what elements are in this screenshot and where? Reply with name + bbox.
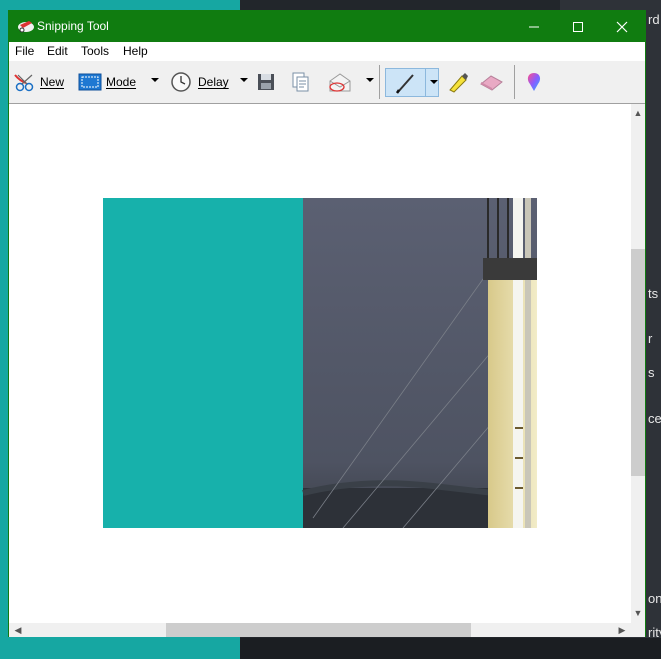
background-text: s bbox=[648, 365, 655, 380]
pen-dropdown-arrow[interactable] bbox=[430, 80, 438, 84]
captured-screenshot-image bbox=[103, 198, 537, 528]
copy-icon bbox=[292, 72, 309, 92]
delay-dropdown-arrow[interactable] bbox=[240, 78, 248, 82]
mode-dropdown-arrow[interactable] bbox=[151, 78, 159, 82]
close-button[interactable] bbox=[599, 11, 645, 42]
snipping-tool-window: Snipping Tool File Edit Tools Help New M… bbox=[8, 10, 646, 637]
menu-tools[interactable]: Tools bbox=[81, 44, 109, 58]
paint3d-button[interactable] bbox=[524, 61, 544, 103]
horizontal-scroll-thumb[interactable] bbox=[166, 623, 471, 637]
background-text: ce bbox=[648, 411, 661, 426]
toolbar-separator bbox=[514, 65, 515, 99]
delay-label: Delay bbox=[198, 75, 229, 89]
pen-button[interactable] bbox=[385, 68, 439, 97]
menu-help[interactable]: Help bbox=[123, 44, 148, 58]
minimize-button[interactable] bbox=[511, 11, 557, 42]
scroll-right-icon[interactable]: ▶ bbox=[615, 623, 629, 637]
background-text: on bbox=[648, 591, 661, 606]
close-icon bbox=[616, 21, 628, 32]
taskbar bbox=[240, 638, 661, 659]
menu-edit[interactable]: Edit bbox=[47, 44, 68, 58]
vertical-scrollbar[interactable]: ▲ ▼ bbox=[631, 104, 645, 623]
mode-label: Mode bbox=[106, 75, 137, 89]
scroll-up-icon[interactable]: ▲ bbox=[631, 106, 645, 120]
window-title: Snipping Tool bbox=[37, 19, 109, 33]
toolbar: New Mode Delay bbox=[9, 61, 645, 104]
maximize-icon bbox=[573, 21, 583, 32]
pen-button-divider bbox=[425, 69, 426, 96]
maximize-button[interactable] bbox=[555, 11, 601, 42]
menu-bar: File Edit Tools Help bbox=[9, 42, 645, 61]
send-snip-button[interactable] bbox=[327, 61, 353, 103]
eraser-icon bbox=[480, 75, 503, 91]
save-icon bbox=[258, 74, 274, 90]
clock-icon bbox=[171, 72, 191, 92]
envelope-icon bbox=[329, 73, 351, 92]
paint3d-icon bbox=[527, 73, 541, 91]
menu-file[interactable]: File bbox=[15, 44, 34, 58]
highlighter-button[interactable] bbox=[446, 61, 470, 103]
toolbar-separator bbox=[379, 65, 380, 99]
mode-button[interactable]: Mode bbox=[78, 61, 136, 103]
title-bar[interactable]: Snipping Tool bbox=[9, 11, 645, 42]
background-text: rd bbox=[648, 12, 660, 27]
snipping-tool-app-icon bbox=[18, 21, 34, 33]
minimize-icon bbox=[529, 26, 539, 27]
vertical-scroll-thumb[interactable] bbox=[631, 249, 645, 476]
new-snip-button[interactable]: New bbox=[12, 61, 64, 103]
delay-button[interactable]: Delay bbox=[170, 61, 229, 103]
copy-button[interactable] bbox=[291, 61, 311, 103]
background-text: ts bbox=[648, 286, 659, 301]
rectangular-snip-icon bbox=[78, 73, 102, 91]
scrollbar-corner bbox=[631, 623, 645, 637]
highlighter-icon bbox=[449, 73, 468, 93]
new-label: New bbox=[40, 75, 65, 89]
save-button[interactable] bbox=[257, 61, 275, 103]
scissors-icon bbox=[14, 74, 34, 92]
scroll-left-icon[interactable]: ◀ bbox=[11, 623, 25, 637]
pen-icon bbox=[395, 74, 414, 94]
eraser-button[interactable] bbox=[478, 61, 504, 103]
background-text: r bbox=[648, 331, 653, 346]
horizontal-scrollbar[interactable]: ◀ ▶ bbox=[9, 623, 631, 637]
scroll-down-icon[interactable]: ▼ bbox=[631, 606, 645, 620]
send-dropdown-arrow[interactable] bbox=[366, 78, 374, 82]
snip-canvas[interactable] bbox=[9, 104, 631, 623]
